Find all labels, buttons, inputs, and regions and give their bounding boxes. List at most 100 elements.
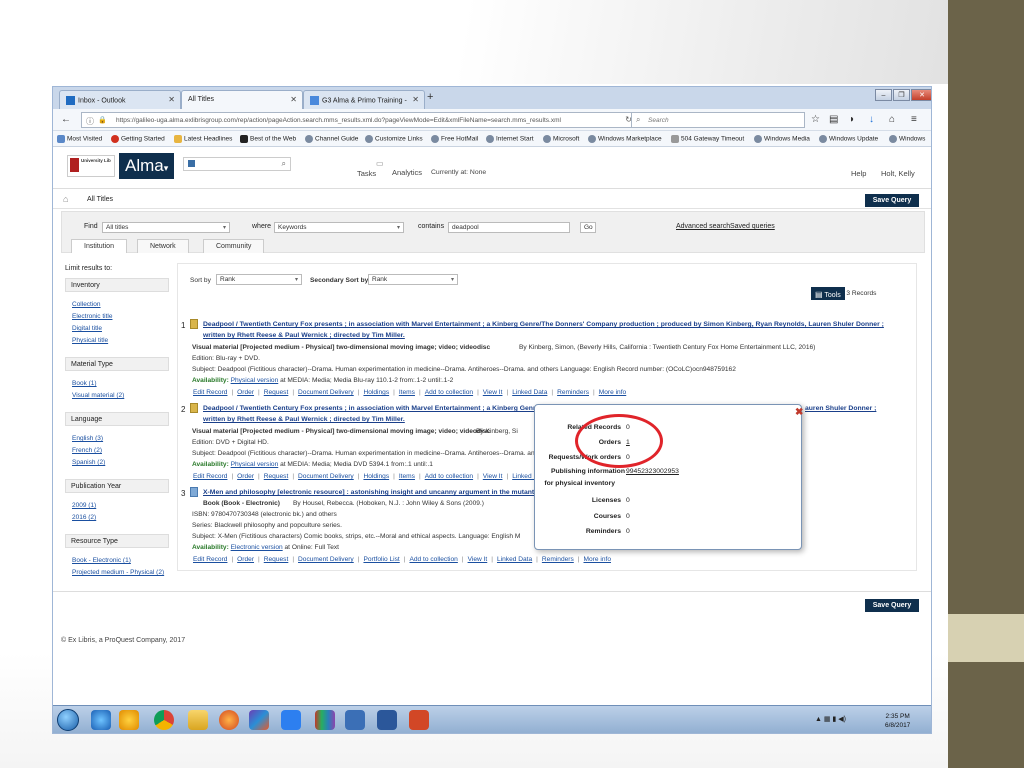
facet-item[interactable]: Collection <box>72 301 101 308</box>
bookmark-microsoft[interactable]: Microsoft <box>543 135 579 143</box>
bookmark-windows-media[interactable]: Windows Media <box>754 135 810 143</box>
reminders-link[interactable]: Reminders <box>542 556 574 563</box>
facet-item[interactable]: Visual material (2) <box>72 392 124 399</box>
order-link[interactable]: Order <box>237 556 254 563</box>
request-link[interactable]: Request <box>264 389 289 396</box>
bookmark-customize-links[interactable]: Customize Links <box>365 135 423 143</box>
add-to-collection-link[interactable]: Add to collection <box>425 389 473 396</box>
where-select[interactable]: Keywords ▾ <box>274 222 404 233</box>
university-logo[interactable]: University Lib <box>67 155 115 177</box>
edit-record-link[interactable]: Edit Record <box>193 473 227 480</box>
holdings-link[interactable]: Holdings <box>363 389 389 396</box>
publishing-info-link[interactable]: 99452323002953 <box>626 468 679 475</box>
facet-language-header[interactable]: Language <box>65 412 169 426</box>
app-icon[interactable] <box>249 710 269 730</box>
facet-item[interactable]: English (3) <box>72 435 103 442</box>
facet-publication-year-header[interactable]: Publication Year <box>65 479 169 493</box>
result-title-continued[interactable]: written by Rhett Reese & Paul Wernick ; … <box>203 332 405 339</box>
close-window-button[interactable]: ✕ <box>911 89 931 101</box>
notebook-icon[interactable] <box>345 710 365 730</box>
back-icon[interactable]: ← <box>61 114 71 125</box>
browser-search-input[interactable]: ⌕ Search <box>631 112 805 128</box>
tab-community[interactable]: Community <box>203 239 265 253</box>
bookmark-getting-started[interactable]: Getting Started <box>111 135 165 143</box>
facet-item[interactable]: Projected medium - Physical (2) <box>72 569 164 576</box>
tab-network[interactable]: Network <box>137 239 189 253</box>
maximize-button[interactable]: ❐ <box>893 89 910 101</box>
result-title-continued[interactable]: written by Rhett Reese & Paul Wernick ; … <box>203 416 405 423</box>
items-link[interactable]: Items <box>399 389 415 396</box>
go-button[interactable]: Go <box>580 222 596 233</box>
tab-inbox-outlook[interactable]: Inbox - Outlook ✕ <box>59 90 181 109</box>
reminders-link[interactable]: Reminders <box>557 389 589 396</box>
order-link[interactable]: Order <box>237 473 254 480</box>
facet-material-type-header[interactable]: Material Type <box>65 357 169 371</box>
result-title[interactable]: Deadpool / Twentieth Century Fox present… <box>203 321 884 328</box>
holdings-link[interactable]: Holdings <box>363 473 389 480</box>
reading-list-icon[interactable]: ▤ <box>829 114 838 125</box>
more-info-link[interactable]: More info <box>584 556 612 563</box>
facet-inventory-header[interactable]: Inventory <box>65 278 169 292</box>
chat-icon[interactable]: ▭ <box>376 159 384 168</box>
close-tab-icon[interactable]: ✕ <box>290 95 297 104</box>
secondary-sort-select[interactable]: Rank ▾ <box>368 274 458 285</box>
internet-explorer-icon[interactable] <box>91 710 111 730</box>
tasks-menu[interactable]: Tasks <box>357 169 376 178</box>
view-it-link[interactable]: View It <box>483 473 503 480</box>
result-title[interactable]: Deadpool / Twentieth Century Fox present… <box>203 405 536 412</box>
currently-at[interactable]: Currently at: None <box>431 169 486 176</box>
items-link[interactable]: Items <box>399 473 415 480</box>
facet-item[interactable]: 2009 (1) <box>72 502 96 509</box>
bookmark-best-of-web[interactable]: Best of the Web <box>240 135 296 143</box>
bookmark-windows-update[interactable]: Windows Update <box>819 135 878 143</box>
request-link[interactable]: Request <box>264 556 289 563</box>
search-term-input[interactable]: deadpool <box>448 222 570 233</box>
file-explorer-icon[interactable] <box>188 710 208 730</box>
result-title-tail[interactable]: auren Shuler Donner ; <box>805 405 876 412</box>
dropbox-icon[interactable] <box>281 710 301 730</box>
document-delivery-link[interactable]: Document Delivery <box>298 556 354 563</box>
minimize-button[interactable]: – <box>875 89 892 101</box>
physical-version-link[interactable]: Physical version <box>231 377 279 384</box>
home-icon[interactable]: ⌂ <box>889 114 895 125</box>
powerpoint-icon[interactable] <box>409 710 429 730</box>
facet-item[interactable]: Spanish (2) <box>72 459 105 466</box>
add-to-collection-link[interactable]: Add to collection <box>425 473 473 480</box>
electronic-version-link[interactable]: Electronic version <box>231 544 283 551</box>
new-tab-button[interactable]: + <box>427 91 433 103</box>
facet-item[interactable]: 2016 (2) <box>72 514 96 521</box>
info-icon[interactable]: ⓘ <box>86 116 94 127</box>
request-link[interactable]: Request <box>264 473 289 480</box>
edit-record-link[interactable]: Edit Record <box>193 389 227 396</box>
bookmark-most-visited[interactable]: Most Visited <box>57 135 102 143</box>
bookmark-free-hotmail[interactable]: Free HotMail <box>431 135 478 143</box>
tab-institution[interactable]: Institution <box>71 239 127 253</box>
document-delivery-link[interactable]: Document Delivery <box>298 389 354 396</box>
facet-item[interactable]: Book (1) <box>72 380 97 387</box>
alma-search-input[interactable]: ⌕ <box>183 157 291 171</box>
library-books-icon[interactable] <box>315 710 335 730</box>
close-icon[interactable]: ✖ <box>795 407 803 418</box>
document-delivery-link[interactable]: Document Delivery <box>298 473 354 480</box>
facet-resource-type-header[interactable]: Resource Type <box>65 534 169 548</box>
facet-item[interactable]: Physical title <box>72 337 108 344</box>
download-icon[interactable]: ↓ <box>869 114 874 125</box>
menu-icon[interactable]: ≡ <box>911 114 917 125</box>
find-select[interactable]: All titles ▾ <box>102 222 230 233</box>
alma-logo[interactable]: Alma▾ <box>119 153 174 179</box>
tools-button[interactable]: ▤ Tools <box>811 287 845 300</box>
close-tab-icon[interactable]: ✕ <box>168 95 175 104</box>
sort-select[interactable]: Rank ▾ <box>216 274 302 285</box>
facet-item[interactable]: Electronic title <box>72 313 112 320</box>
chrome-icon[interactable] <box>154 710 174 730</box>
pocket-icon[interactable]: ◗ <box>849 114 855 125</box>
order-link[interactable]: Order <box>237 389 254 396</box>
tab-g3-training[interactable]: G3 Alma & Primo Training - ✕ <box>303 90 425 109</box>
recent-pages-icon[interactable]: ⌂ <box>63 194 68 204</box>
more-info-link[interactable]: More info <box>599 389 627 396</box>
add-to-collection-link[interactable]: Add to collection <box>409 556 457 563</box>
system-clock[interactable]: 2:35 PM 6/8/2017 <box>885 712 910 730</box>
tab-all-titles[interactable]: All Titles ✕ <box>181 90 303 109</box>
bookmark-star-icon[interactable]: ☆ <box>811 114 820 125</box>
saved-queries-link[interactable]: Saved queries <box>730 223 775 230</box>
